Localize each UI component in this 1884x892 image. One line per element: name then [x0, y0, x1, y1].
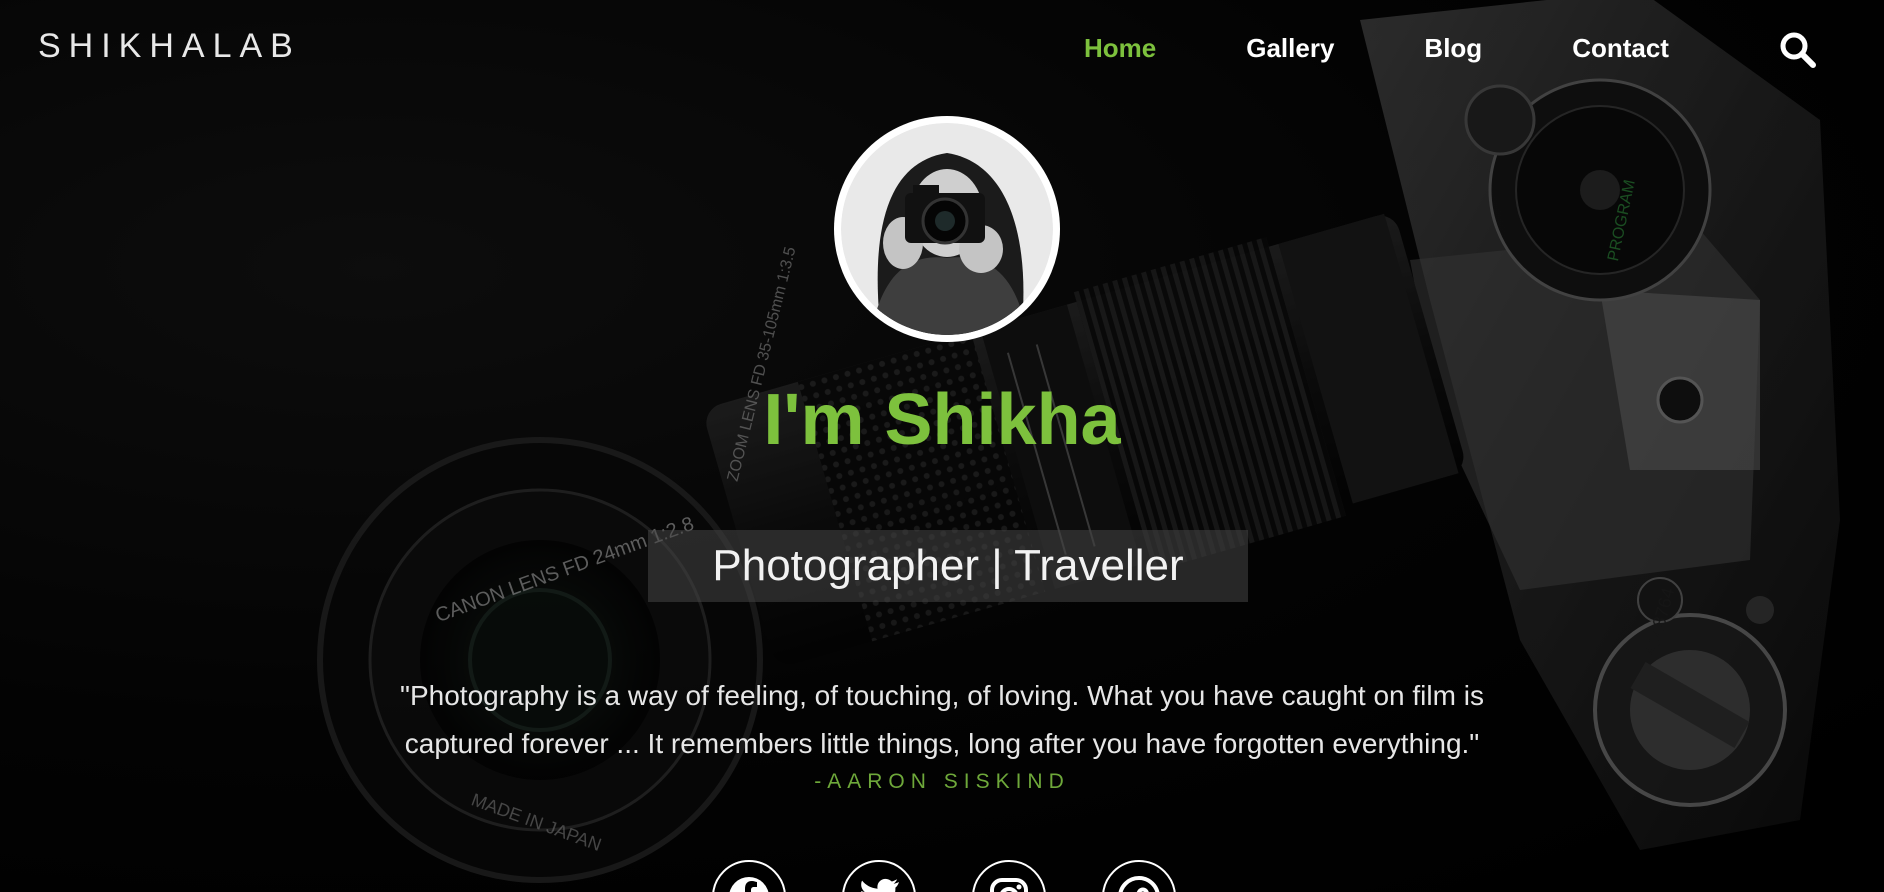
brand-logo[interactable]: SHIKHALAB [38, 27, 301, 66]
nav-blog[interactable]: Blog [1424, 32, 1482, 64]
nav-contact[interactable]: Contact [1572, 32, 1669, 64]
nav-gallery[interactable]: Gallery [1246, 32, 1334, 64]
hero-subtitle: Photographer | Traveller [648, 530, 1248, 602]
social-links [712, 860, 1176, 892]
hero-section: CANON LENS FD 24mm 1:2.8 ZOOM LENS FD 35… [0, 0, 1884, 892]
quote-line-2: captured forever ... It remembers little… [404, 728, 1480, 759]
twitter-icon[interactable] [842, 860, 916, 892]
hero-headline: I'm Shikha [763, 380, 1121, 460]
search-icon[interactable] [1778, 30, 1818, 70]
nav-home[interactable]: Home [1084, 32, 1156, 64]
hero-quote: "Photography is a way of feeling, of tou… [360, 672, 1524, 768]
instagram-icon[interactable] [972, 860, 1046, 892]
quote-author: -AARON SISKIND [814, 770, 1070, 793]
profile-avatar [834, 116, 1060, 342]
main-nav: Home Gallery Blog Contact [1084, 32, 1759, 64]
quote-line-1: "Photography is a way of feeling, of tou… [400, 680, 1484, 711]
facebook-icon[interactable] [712, 860, 786, 892]
pinterest-icon[interactable] [1102, 860, 1176, 892]
